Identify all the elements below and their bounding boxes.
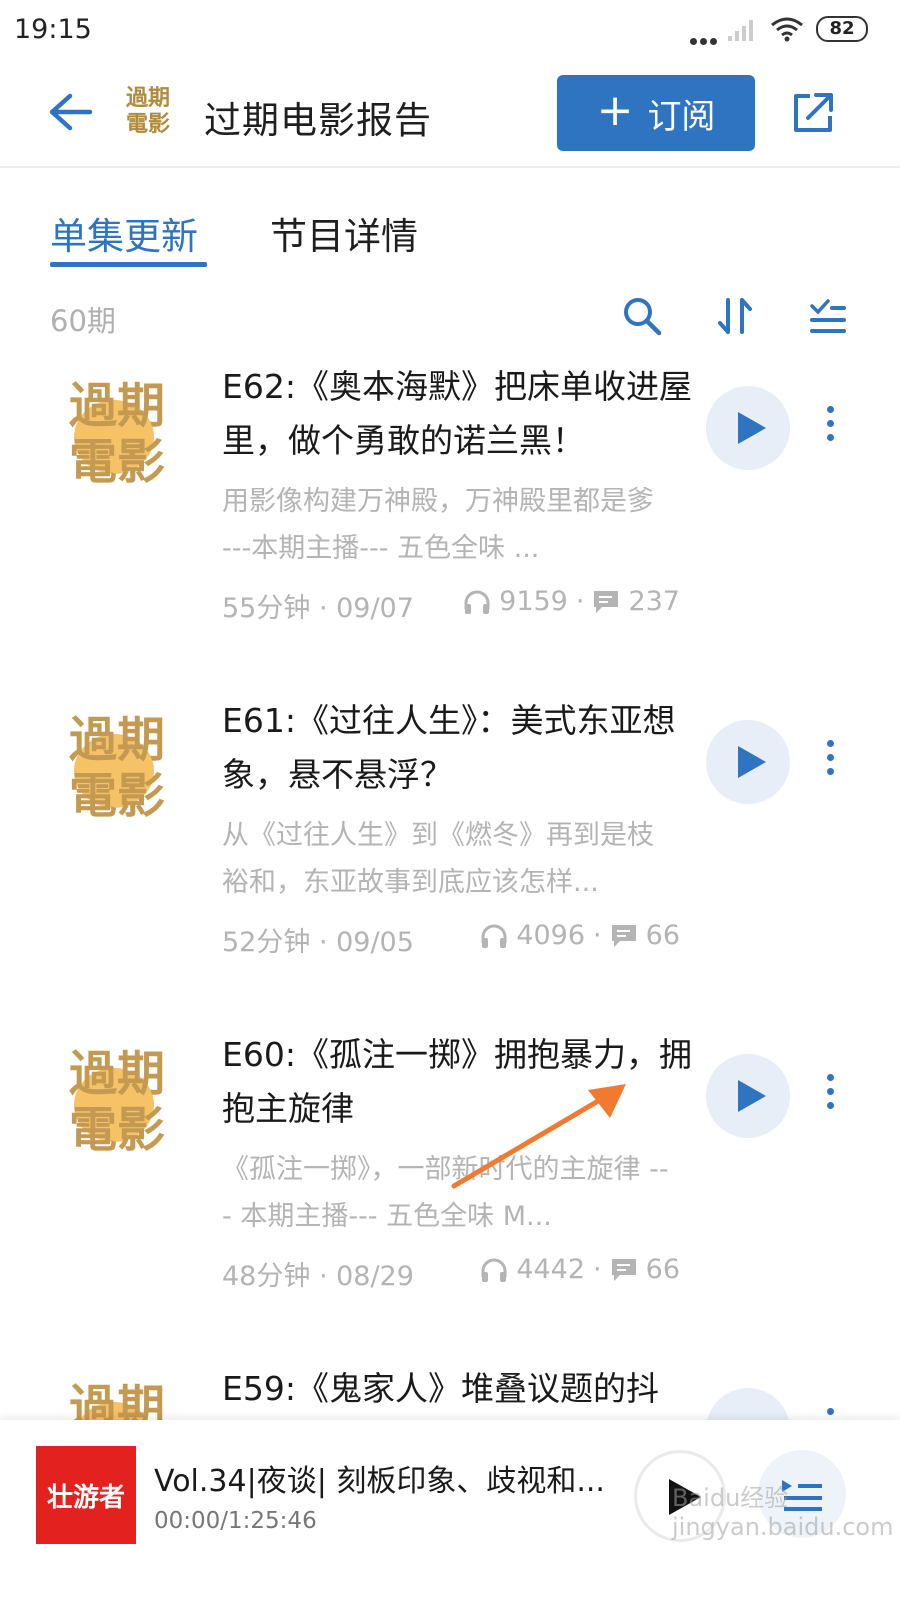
more-options-icon[interactable] — [824, 1074, 836, 1114]
play-count: 4442 — [516, 1254, 586, 1285]
player-time: 00:00/1:25:46 — [154, 1508, 317, 1534]
episode-description: 用影像构建万神殿，万神殿里都是爹 ---本期主播--- 五色全味 ... — [222, 486, 654, 564]
episode-thumbnail: 過期 電影 — [62, 706, 172, 826]
comment-icon — [611, 924, 636, 947]
play-button[interactable] — [706, 720, 790, 804]
play-button[interactable] — [706, 1054, 790, 1138]
episode-duration-date: 52分钟 · 09/05 — [222, 927, 414, 958]
thumb-text-line1: 過期 — [68, 1380, 165, 1420]
status-time: 19:15 — [14, 14, 92, 45]
comment-count: 237 — [628, 586, 680, 617]
batch-select-icon[interactable] — [808, 296, 848, 336]
more-dots-icon — [690, 30, 720, 45]
separator-dot: · — [593, 920, 602, 951]
comment-count: 66 — [645, 920, 680, 951]
separator-dot: · — [593, 1254, 602, 1285]
play-count: 9159 — [499, 586, 568, 617]
play-count: 4096 — [516, 920, 586, 951]
podcast-logo-line1: 過期 — [125, 86, 170, 111]
headphones-icon — [481, 924, 507, 948]
podcast-logo: 過期 電影 — [120, 86, 176, 142]
status-bar — [0, 0, 900, 62]
watermark: Baidu经验 jingyan.baidu.com — [672, 1484, 894, 1541]
sort-icon[interactable] — [716, 296, 756, 336]
podcast-title: 过期电影报告 — [204, 99, 432, 142]
thumb-text-line1: 過期 — [68, 378, 165, 434]
subscribe-label: 订阅 — [647, 96, 716, 137]
more-options-icon[interactable] — [824, 406, 836, 446]
play-button[interactable] — [706, 386, 790, 470]
more-options-icon[interactable] — [824, 1408, 836, 1420]
headphones-icon — [481, 1258, 507, 1282]
episode-item[interactable]: 過期 電影 E60:《孤注一掷》拥抱暴力，拥抱主旋律 《孤注一掷》，一部新时代的… — [0, 1028, 900, 1362]
episode-item[interactable]: 過期 電影 E61:《过往人生》：美式东亚想象，悬不悬浮？ 从《过往人生》到《燃… — [0, 694, 900, 1028]
back-arrow-icon[interactable] — [48, 92, 94, 132]
active-tab-indicator — [50, 262, 207, 267]
tab-episodes[interactable]: 单集更新 — [50, 206, 198, 260]
comment-icon — [611, 1258, 636, 1281]
search-icon[interactable] — [622, 296, 662, 336]
episode-stats: 9159 · 237 — [463, 586, 680, 617]
more-options-icon[interactable] — [824, 740, 836, 780]
tab-details[interactable]: 节目详情 — [270, 206, 418, 260]
play-icon — [738, 412, 766, 444]
wifi-icon — [771, 17, 803, 42]
episode-item[interactable]: 過期 電影 E62:《奥本海默》把床单收进屋里，做个勇敢的诺兰黑！ 用影像构建万… — [0, 360, 900, 694]
thumb-text-line1: 過期 — [68, 712, 165, 768]
play-icon — [738, 1080, 766, 1112]
player-cover[interactable]: 壮游者 — [36, 1446, 136, 1544]
cell-signal-icon — [728, 20, 753, 41]
episode-stats: 4096 · 66 — [480, 920, 680, 951]
subscribe-button[interactable]: + 订阅 — [557, 75, 755, 151]
thumb-text-line1: 過期 — [68, 1046, 165, 1102]
battery-indicator: 82 — [816, 16, 868, 42]
episode-description: 从《过往人生》到《燃冬》再到是枝裕和，东亚故事到底应该怎样... — [222, 820, 654, 898]
headphones-icon — [464, 590, 490, 614]
episode-thumbnail: 過期 電影 — [62, 1040, 172, 1160]
episode-duration-date: 55分钟 · 09/07 — [222, 593, 414, 624]
annotation-arrow — [451, 1084, 626, 1189]
episode-item[interactable]: 過期 電影 E59:《鬼家人》堆叠议题的抖 — [0, 1362, 900, 1420]
episode-stats: 4442 · 66 — [480, 1254, 680, 1285]
comment-count: 66 — [645, 1254, 680, 1285]
thumb-text-line2: 電影 — [68, 434, 165, 490]
episode-title: E61:《过往人生》：美式东亚想象，悬不悬浮？ — [222, 701, 676, 794]
thumb-text-line2: 電影 — [68, 1102, 165, 1158]
separator-dot: · — [575, 586, 585, 617]
episode-thumbnail: 過期 電影 — [62, 1374, 172, 1420]
comment-icon — [594, 590, 619, 613]
thumb-text-line2: 電影 — [68, 768, 165, 824]
episode-count: 60期 — [50, 304, 116, 338]
play-icon — [738, 746, 766, 778]
plus-icon: + — [596, 85, 634, 136]
episode-duration-date: 48分钟 · 08/29 — [222, 1261, 414, 1292]
episode-thumbnail: 過期 電影 — [62, 372, 172, 492]
episode-title: E62:《奥本海默》把床单收进屋里，做个勇敢的诺兰黑！ — [222, 367, 692, 460]
episode-title: E59:《鬼家人》堆叠议题的抖 — [222, 1369, 659, 1408]
player-title[interactable]: Vol.34|夜谈| 刻板印象、歧视和... — [154, 1456, 605, 1500]
share-icon[interactable] — [790, 90, 836, 136]
play-button[interactable] — [706, 1388, 790, 1420]
podcast-logo-line2: 電影 — [125, 112, 170, 137]
